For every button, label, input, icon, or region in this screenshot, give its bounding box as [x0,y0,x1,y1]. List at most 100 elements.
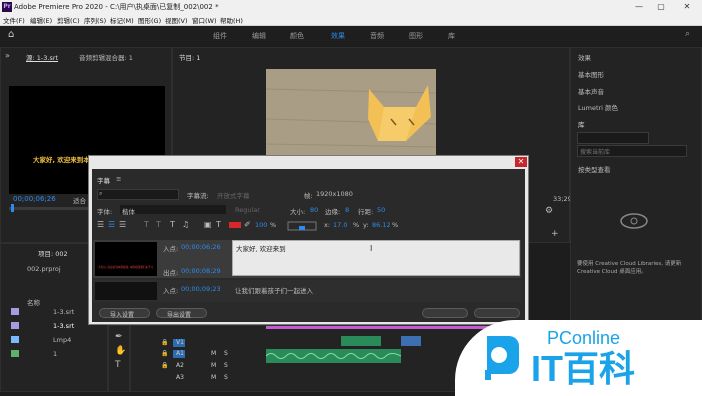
caption-search-field[interactable]: ⌕ [97,189,179,200]
hand-tool-icon[interactable]: ✋ [115,346,126,356]
line-spacing-value[interactable]: 50 [377,206,385,214]
background-color-icon[interactable]: ▣ [204,220,212,229]
view-by-type-dropdown[interactable]: 按类型查看 [578,164,611,174]
menu-file[interactable]: 文件(F) [3,15,25,25]
caption-row-selected[interactable]: 大家好, 欢迎来到本期视频, 本期视频我们来学习 入点: 00;00;06;26… [93,240,521,278]
solo-button[interactable]: S [224,350,228,357]
track-label-a1[interactable]: A1 [176,350,184,357]
source-playhead[interactable] [11,204,14,212]
caption-menu-icon[interactable]: ≡ [116,175,121,183]
import-settings-button[interactable]: 导入设置 [99,308,150,319]
size-value[interactable]: 80 [310,206,318,214]
essential-sound-item[interactable]: 基本声音 [578,86,604,96]
mute-button[interactable]: M [211,350,216,357]
video-clip[interactable] [341,336,381,346]
lumetri-color-item[interactable]: Lumetri 颜色 [578,102,618,112]
menu-clip[interactable]: 剪辑(C) [57,15,80,25]
maximize-button[interactable]: ▢ [654,1,668,13]
caption-text[interactable]: 让我们跟着孩子们一起进入 [235,285,313,295]
minimize-button[interactable]: — [632,1,646,13]
in-timecode[interactable]: 00;00;06;26 [181,243,221,251]
library-search-field[interactable]: 搜索当前库 [577,145,687,157]
search-icon[interactable]: ⌕ [685,29,690,39]
type-tool-icon[interactable]: T [115,360,121,370]
workspace-tab-graphics[interactable]: 图形 [409,31,423,41]
pen-tool-icon[interactable]: ✒ [115,332,123,342]
audio-mixer-tab[interactable]: 音频剪辑混合器: 1 [79,52,133,62]
solo-button[interactable]: S [224,374,228,381]
workspace-tab-editing[interactable]: 编辑 [252,31,266,41]
mute-button[interactable]: M [211,362,216,369]
font-style-dropdown[interactable]: Regular [235,206,260,214]
in-label: 入点: [163,245,179,253]
workspace-tab-audio[interactable]: 音频 [370,31,384,41]
caption-row[interactable]: 入点: 00;00;09;23 让我们跟着孩子们一起进入 [93,280,521,302]
project-item[interactable]: Lmp4 [53,336,71,344]
lock-icon[interactable]: 🔒 [161,362,168,369]
italic-icon[interactable]: T [156,220,161,229]
export-settings-button[interactable]: 导出设置 [156,308,207,319]
lock-icon[interactable]: 🔒 [161,339,168,346]
text-color-icon[interactable]: T [216,220,221,229]
edge-value[interactable]: 8 [345,206,349,214]
menu-window[interactable]: 窗口(W) [192,15,217,25]
caption-clip[interactable] [401,336,421,346]
menu-edit[interactable]: 编辑(E) [30,15,52,25]
workspace-tab-color[interactable]: 颜色 [290,31,304,41]
mute-button[interactable]: M [211,374,216,381]
align-center-icon[interactable]: ☰ [108,220,115,229]
menu-marker[interactable]: 标记(M) [110,15,134,25]
menu-graphics[interactable]: 图形(G) [138,15,161,25]
eyedropper-icon[interactable]: ✐ [244,220,251,229]
bold-icon[interactable]: T [144,220,149,229]
project-item[interactable]: 1 [53,350,57,358]
solo-button[interactable]: S [224,362,228,369]
out-timecode[interactable]: 00;00;08;29 [181,267,221,275]
source-tab[interactable]: 源: 1-3.srt [26,52,58,62]
essential-graphics-item[interactable]: 基本图形 [578,69,604,79]
libraries-item[interactable]: 库 [578,119,585,129]
label-swatch [11,336,19,343]
add-button-icon[interactable]: + [551,229,559,239]
close-window-button[interactable]: ✕ [680,1,694,13]
source-timecode[interactable]: 00;00;06;26 [13,195,56,203]
color-swatch[interactable] [229,222,241,228]
workspace-tab-libraries[interactable]: 库 [448,31,455,41]
music-note-icon[interactable]: ♫ [182,220,189,229]
in-timecode[interactable]: 00;00;09;23 [181,285,221,293]
project-item[interactable]: 1-3.srt [53,322,74,330]
dialog-close-button[interactable]: ✕ [515,157,527,167]
workspace-tab-effects[interactable]: 效果 [331,31,345,41]
workspace-tab-assembly[interactable]: 组件 [213,31,227,41]
align-left-icon[interactable]: ☰ [97,220,104,229]
project-item[interactable]: 1-3.srt [53,308,74,316]
project-name-column[interactable]: 名称 [27,297,40,307]
caption-text-editor[interactable]: 大家好, 欢迎来到 I [232,240,520,276]
audio-clip[interactable] [265,349,402,363]
underline-icon[interactable]: T [170,220,175,229]
home-icon[interactable]: ⌂ [8,29,14,40]
position-grid-icon[interactable] [287,221,317,231]
y-value[interactable]: 86.12 [372,221,391,229]
align-right-icon[interactable]: ☰ [119,220,126,229]
project-tab[interactable]: 项目: 002 [38,248,68,258]
opacity-value[interactable]: 100 [255,221,267,229]
track-label-a2[interactable]: A2 [176,362,184,369]
remove-caption-button[interactable] [474,308,520,318]
track-label-v1[interactable]: V1 [176,339,184,346]
menu-help[interactable]: 帮助(H) [220,15,243,25]
menu-view[interactable]: 视图(V) [165,15,188,25]
source-fit-dropdown[interactable]: 适合 [73,195,86,205]
x-value[interactable]: 17.0 [333,221,347,229]
program-tab[interactable]: 节目: 1 [179,52,200,62]
wrench-icon[interactable]: ⚙ [545,206,553,216]
add-caption-button[interactable] [422,308,468,318]
stream-dropdown[interactable]: 开放式字幕 [217,190,250,200]
lock-icon[interactable]: 🔒 [161,350,168,357]
library-dropdown[interactable] [577,132,649,144]
effects-panel-item[interactable]: 效果 [578,52,591,62]
menu-sequence[interactable]: 序列(S) [84,15,106,25]
font-dropdown[interactable]: 楷体 [120,205,226,216]
expand-icon[interactable]: » [5,51,10,60]
track-label-a3[interactable]: A3 [176,374,184,381]
